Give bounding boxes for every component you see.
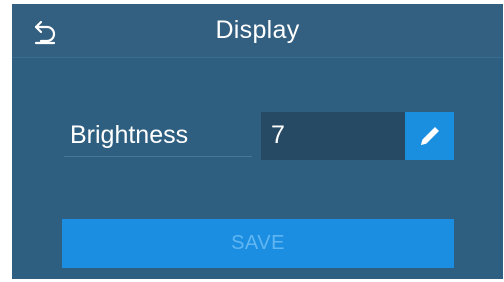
- brightness-value-field[interactable]: 7: [261, 112, 405, 160]
- header-bar: Display: [12, 4, 503, 58]
- page-title: Display: [215, 16, 300, 44]
- display-settings-screen: Display Brightness 7 SAVE: [12, 4, 503, 279]
- save-button[interactable]: SAVE: [62, 219, 454, 268]
- device-frame: Display Brightness 7 SAVE: [0, 0, 504, 282]
- pencil-icon: [421, 127, 439, 145]
- brightness-label: Brightness: [64, 113, 252, 157]
- edit-brightness-button[interactable]: [405, 112, 454, 160]
